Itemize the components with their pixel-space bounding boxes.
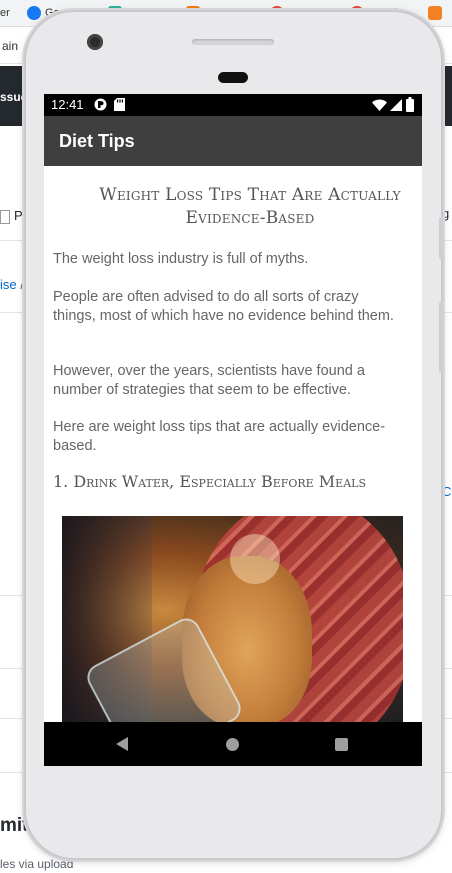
signal-icon	[390, 99, 402, 114]
phone-frame: 12:41 Diet Tips Weight Loss Tips That Ar…	[26, 12, 443, 858]
volume-button[interactable]	[439, 217, 443, 259]
earpiece	[218, 72, 248, 83]
status-time: 12:41	[51, 97, 84, 112]
browser-tab[interactable]: er	[0, 3, 22, 23]
section-heading: 1. Drink Water, Especially Before Meals	[53, 472, 366, 491]
image-bokeh-shape	[230, 534, 280, 584]
breadcrumb-link[interactable]: ise	[0, 277, 17, 292]
notification-icon	[94, 98, 107, 114]
breadcrumb[interactable]: ise /	[0, 277, 24, 292]
article-paragraph: The weight loss industry is full of myth…	[53, 251, 309, 267]
speaker-grille	[192, 39, 274, 45]
bookmark-label[interactable]: ain	[2, 39, 18, 53]
phone-screen: 12:41 Diet Tips Weight Loss Tips That Ar…	[44, 94, 422, 766]
navigation-bar	[44, 722, 422, 766]
article-content[interactable]: Weight Loss Tips That Are Actually Evide…	[44, 166, 422, 722]
file-icon	[0, 209, 10, 224]
site-icon	[428, 6, 442, 20]
article-image	[62, 516, 403, 722]
article-paragraph: Here are weight loss tips that are actua…	[53, 419, 386, 454]
sd-card-icon	[114, 98, 125, 114]
article-paragraph: People are often advised to do all sorts…	[53, 289, 394, 324]
browser-tab[interactable]	[428, 3, 448, 23]
article-title: Weight Loss Tips That Are Actually Evide…	[99, 185, 401, 228]
tab-label: er	[0, 7, 10, 19]
power-button[interactable]	[439, 302, 443, 372]
upload-note: les via upload	[0, 857, 74, 871]
home-icon[interactable]	[226, 738, 239, 751]
page-text: Pr	[0, 208, 27, 224]
facebook-icon	[27, 6, 41, 20]
article-paragraph: However, over the years, scientists have…	[53, 363, 365, 398]
page-text-fragment: g	[442, 206, 450, 221]
app-title: Diet Tips	[59, 131, 135, 151]
wifi-icon	[372, 99, 387, 114]
back-icon[interactable]	[116, 737, 128, 751]
status-bar: 12:41	[44, 94, 422, 116]
app-bar: Diet Tips	[44, 116, 422, 166]
camera-icon	[87, 34, 103, 50]
breadcrumb-separator: /	[20, 277, 24, 292]
recents-icon[interactable]	[335, 738, 348, 751]
battery-icon	[406, 97, 414, 115]
page-link-fragment[interactable]: C	[442, 484, 451, 499]
